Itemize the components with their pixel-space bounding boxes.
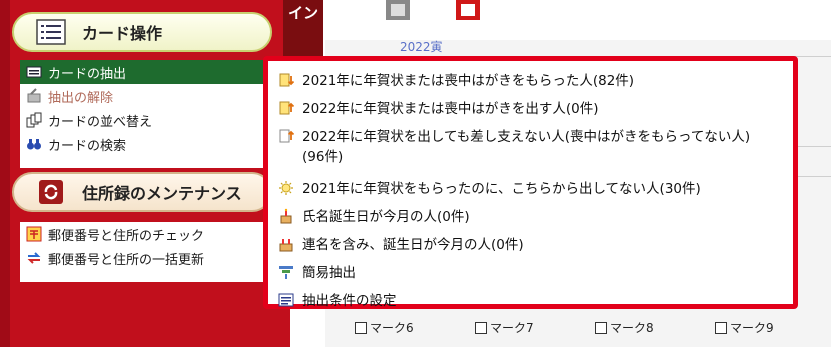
menu-item-label: 郵便番号と住所の一括更新: [48, 252, 205, 268]
zip-check-icon: [26, 226, 42, 242]
card-arrow-up-icon: [279, 101, 294, 115]
maintenance-title: 住所録のメンテナンス: [82, 184, 242, 203]
menu-item-zip-check[interactable]: 郵便番号と住所のチェック: [20, 222, 270, 246]
clear-icon: [27, 88, 41, 103]
mark-checkbox[interactable]: マーク6: [355, 319, 414, 336]
mark-label: マーク9: [730, 321, 774, 335]
mark-label: マーク8: [610, 321, 654, 335]
menu-item-card-extract[interactable]: カードの抽出: [20, 60, 270, 84]
menu-item-card-sort[interactable]: カードの並べ替え: [20, 108, 270, 132]
card-ops-menu: カードの抽出 抽出の解除 カードの並べ替え カードの検索: [20, 60, 270, 168]
menu-item-label: カードの抽出: [48, 66, 127, 82]
checkbox[interactable]: [475, 321, 487, 334]
sidebar: カード操作 カードの抽出 抽出の解除 カードの並べ替え カードの検索 住所録のメ…: [0, 0, 290, 347]
mark-label: マーク6: [370, 321, 414, 335]
popup-item-received-2021[interactable]: 2021年に年賀状または喪中はがきをもらった人(82件): [278, 71, 634, 91]
popup-item-not-replied[interactable]: 2021年に年賀状をもらったのに、こちらから出してない人(30件): [278, 179, 701, 199]
extract-icon: [26, 66, 42, 78]
popup-item-extract-conditions[interactable]: 抽出条件の設定: [278, 291, 397, 311]
popup-item-label-line1: 2022年に年賀状を出しても差し支えない人(喪中はがきをもらってない人): [302, 129, 751, 145]
popup-item-label: 氏名誕生日が今月の人(0件): [302, 209, 470, 225]
cake-icon: [280, 208, 292, 224]
menu-item-label: カードの並べ替え: [48, 114, 153, 130]
top-toolbar: [325, 0, 831, 40]
menu-item-card-search[interactable]: カードの検索: [20, 132, 270, 156]
card-ops-section-button[interactable]: カード操作: [12, 12, 272, 52]
extract-popup-menu: 2021年に年賀状または喪中はがきをもらった人(82件) 2022年に年賀状また…: [263, 56, 798, 309]
bulk-update-icon: [27, 252, 41, 264]
menu-item-label: 郵便番号と住所のチェック: [48, 228, 205, 244]
list-settings-icon: [278, 293, 294, 307]
list-icon: [36, 19, 66, 45]
menu-item-zip-bulk-update[interactable]: 郵便番号と住所の一括更新: [20, 246, 270, 270]
card-ops-title: カード操作: [82, 24, 163, 43]
popup-item-label: 2022年に年賀状を出しても差し支えない人(喪中はがきをもらってない人) (96件…: [302, 127, 750, 167]
popup-item-send-2022[interactable]: 2022年に年賀状または喪中はがきを出す人(0件): [278, 99, 598, 119]
sidebar-strip: [0, 0, 10, 347]
maintenance-section-button[interactable]: 住所録のメンテナンス: [12, 172, 272, 212]
menu-item-label: 抽出の解除: [48, 90, 114, 106]
popup-item-label: 抽出条件の設定: [302, 293, 397, 309]
simple-filter-icon: [279, 266, 293, 279]
cake-multi-icon: [279, 239, 293, 252]
bulb-icon: [279, 181, 293, 195]
mark-label: マーク7: [490, 321, 534, 335]
menu-item-extract-clear[interactable]: 抽出の解除: [20, 84, 270, 108]
popup-item-birthday-joint[interactable]: 連名を含み、誕生日が今月の人(0件): [278, 235, 524, 255]
checkbox[interactable]: [355, 321, 367, 334]
postcard-red-icon[interactable]: [455, 0, 481, 22]
popup-item-label: 2022年に年賀状または喪中はがきを出す人(0件): [302, 101, 599, 117]
mark-checkbox[interactable]: マーク7: [475, 319, 534, 336]
popup-item-label: 2021年に年賀状または喪中はがきをもらった人(82件): [302, 73, 635, 89]
popup-item-birthday-name[interactable]: 氏名誕生日が今月の人(0件): [278, 207, 470, 227]
card-arrow-down-icon: [279, 73, 294, 87]
binoculars-icon: [27, 139, 41, 150]
popup-item-simple-extract[interactable]: 簡易抽出: [278, 263, 356, 283]
popup-item-label: 簡易抽出: [302, 265, 356, 281]
sort-icon: [26, 112, 42, 128]
checkbox[interactable]: [715, 321, 727, 334]
popup-item-label: 2021年に年賀状をもらったのに、こちらから出してない人(30件): [302, 181, 701, 197]
mark-checkbox[interactable]: マーク8: [595, 319, 654, 336]
popup-item-ok-to-send-2022[interactable]: 2022年に年賀状を出しても差し支えない人(喪中はがきをもらってない人) (96件…: [278, 127, 750, 167]
popup-item-label-line2: (96件): [302, 149, 344, 165]
year-label: 2022寅: [400, 40, 443, 54]
card-ok-icon: [279, 129, 294, 143]
maintenance-menu: 郵便番号と住所のチェック 郵便番号と住所の一括更新: [20, 222, 270, 282]
postcard-gray-icon[interactable]: [385, 0, 411, 22]
vertical-tab[interactable]: イン: [283, 0, 323, 60]
checkbox[interactable]: [595, 321, 607, 334]
mark-checkbox[interactable]: マーク9: [715, 319, 774, 336]
refresh-book-icon: [39, 180, 63, 204]
menu-item-label: カードの検索: [48, 138, 127, 154]
popup-item-label: 連名を含み、誕生日が今月の人(0件): [302, 237, 524, 253]
